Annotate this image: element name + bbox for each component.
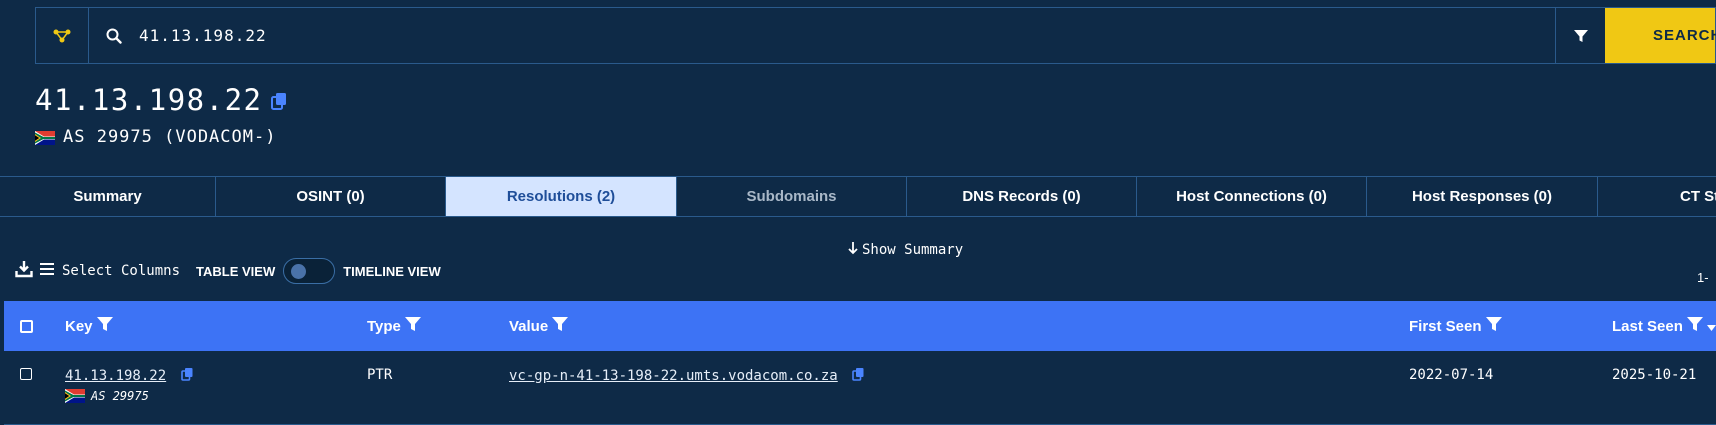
asn-info: AS 29975 (VODACOM-) bbox=[35, 127, 276, 147]
search-input[interactable] bbox=[139, 8, 1555, 63]
tab-resolutions[interactable]: Resolutions (2) bbox=[446, 177, 677, 216]
column-type-label: Type bbox=[367, 317, 401, 335]
view-toggle[interactable] bbox=[283, 258, 336, 284]
filter-icon[interactable] bbox=[1686, 316, 1703, 336]
column-last-seen-label: Last Seen bbox=[1612, 317, 1683, 335]
timeline-view-label: TIMELINE VIEW bbox=[343, 263, 441, 279]
south-africa-flag-icon bbox=[65, 389, 85, 403]
table-view-label: TABLE VIEW bbox=[196, 263, 276, 279]
filter-icon[interactable] bbox=[552, 316, 569, 336]
value-link[interactable]: vc-gp-n-41-13-198-22.umts.vodacom.co.za bbox=[509, 368, 838, 384]
column-first-seen[interactable]: First Seen bbox=[1409, 316, 1502, 336]
search-button[interactable]: SEARCH bbox=[1605, 8, 1716, 63]
column-first-seen-label: First Seen bbox=[1409, 317, 1482, 335]
toggle-knob bbox=[291, 264, 307, 279]
tab-ct-streams[interactable]: CT St bbox=[1598, 177, 1716, 216]
filter-icon[interactable] bbox=[96, 316, 113, 336]
tab-host-connections[interactable]: Host Connections (0) bbox=[1137, 177, 1367, 216]
tab-host-responses[interactable]: Host Responses (0) bbox=[1367, 177, 1598, 216]
tab-bar: Summary OSINT (0) Resolutions (2) Subdom… bbox=[0, 176, 1716, 217]
filter-icon[interactable] bbox=[1485, 316, 1502, 336]
value-cell: vc-gp-n-41-13-198-22.umts.vodacom.co.za bbox=[509, 367, 864, 385]
type-cell: PTR bbox=[367, 367, 393, 383]
row-checkbox[interactable] bbox=[20, 368, 32, 380]
tab-subdomains[interactable]: Subdomains bbox=[677, 177, 907, 216]
search-icon bbox=[89, 8, 139, 63]
first-seen-cell: 2022-07-14 bbox=[1409, 367, 1494, 383]
arrow-down-icon bbox=[848, 241, 858, 259]
south-africa-flag-icon bbox=[35, 130, 55, 145]
key-link[interactable]: 41.13.198.22 bbox=[65, 368, 166, 384]
filter-icon[interactable] bbox=[1555, 8, 1605, 63]
key-cell: 41.13.198.22 AS 29975 bbox=[65, 367, 193, 403]
tab-dns-records[interactable]: DNS Records (0) bbox=[907, 177, 1137, 216]
key-asn-label: AS 29975 bbox=[91, 389, 149, 403]
select-columns-button[interactable]: Select Columns bbox=[62, 263, 180, 279]
column-key-label: Key bbox=[65, 317, 93, 335]
column-key[interactable]: Key bbox=[65, 316, 113, 336]
column-value-label: Value bbox=[509, 317, 549, 335]
sort-desc-icon[interactable] bbox=[1706, 318, 1716, 335]
column-value[interactable]: Value bbox=[509, 316, 569, 336]
graph-nodes-icon[interactable] bbox=[36, 8, 89, 63]
table-row: 41.13.198.22 AS 29975 PTR vc-gp-n-41-13-… bbox=[4, 351, 1716, 425]
copy-icon[interactable] bbox=[270, 83, 287, 117]
copy-icon[interactable] bbox=[852, 367, 864, 385]
copy-icon[interactable] bbox=[180, 367, 193, 385]
table-toolbar: Select Columns TABLE VIEW TIMELINE VIEW bbox=[15, 257, 441, 285]
table-header: Key Type Value First Seen Last Seen bbox=[4, 301, 1716, 351]
pagination-range: 1- bbox=[1697, 270, 1709, 285]
tab-summary[interactable]: Summary bbox=[0, 177, 216, 216]
asn-label: AS 29975 (VODACOM-) bbox=[63, 127, 277, 147]
ip-address: 41.13.198.22 bbox=[35, 83, 263, 117]
last-seen-cell: 2025-10-21 bbox=[1612, 367, 1697, 383]
tab-osint[interactable]: OSINT (0) bbox=[216, 177, 446, 216]
key-asn: AS 29975 bbox=[65, 389, 193, 403]
show-summary-button[interactable]: Show Summary bbox=[848, 241, 963, 259]
column-type[interactable]: Type bbox=[367, 316, 421, 336]
download-icon[interactable] bbox=[15, 260, 33, 283]
search-bar: SEARCH bbox=[35, 7, 1716, 64]
show-summary-label: Show Summary bbox=[862, 242, 964, 258]
page-title: 41.13.198.22 bbox=[35, 83, 287, 117]
select-all-checkbox[interactable] bbox=[20, 319, 33, 333]
column-last-seen[interactable]: Last Seen bbox=[1612, 316, 1716, 336]
filter-icon[interactable] bbox=[404, 316, 421, 336]
columns-list-icon[interactable] bbox=[40, 262, 54, 280]
